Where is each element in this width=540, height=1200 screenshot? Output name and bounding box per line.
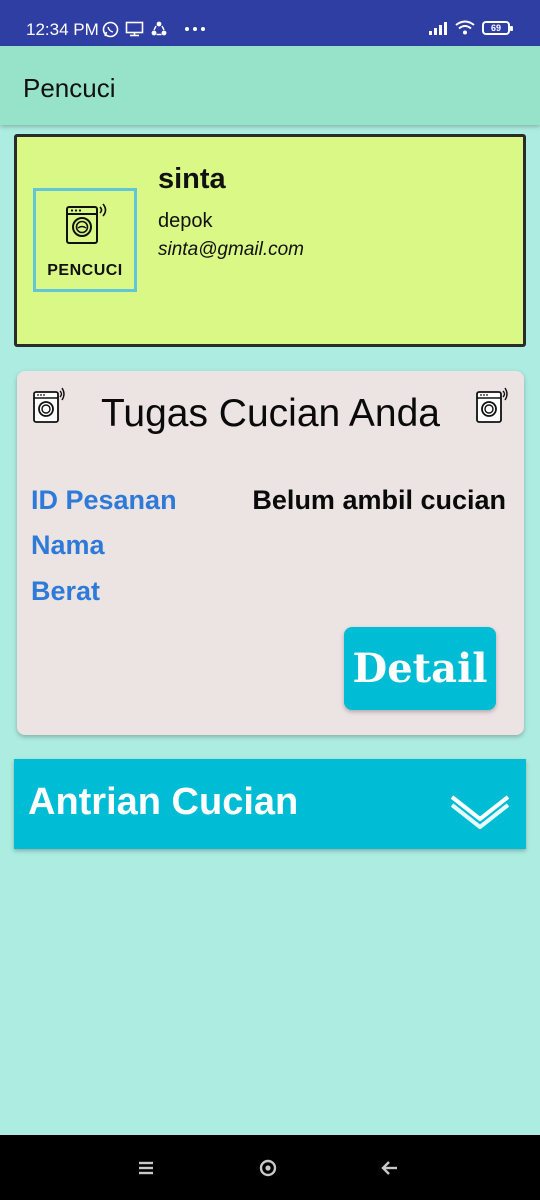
sync-icon (151, 21, 167, 36)
signal-icon (429, 21, 447, 35)
wifi-icon (455, 20, 475, 35)
navigation-bar (0, 1135, 540, 1200)
washing-machine-icon (66, 203, 107, 244)
profile-name: sinta (158, 163, 226, 195)
pencuci-logo: PENCUCI (33, 188, 137, 292)
battery-icon: 69 (482, 20, 513, 35)
washing-machine-icon (476, 387, 508, 423)
profile-card: PENCUCI sinta depok sinta@gmail.com (14, 134, 526, 347)
screen-cast-icon (125, 21, 144, 37)
back-icon[interactable] (376, 1154, 404, 1182)
status-time: 12:34 PM (26, 20, 99, 39)
profile-city: depok (158, 210, 213, 232)
detail-button[interactable]: Detail (344, 627, 496, 710)
task-status-text: Belum ambil cucian (252, 485, 506, 515)
status-bar: 12:34 PM 69 (0, 0, 540, 46)
whatsapp-icon (102, 21, 119, 37)
profile-email: sinta@gmail.com (158, 239, 304, 260)
laundry-queue-header[interactable]: Antrian Cucian (14, 759, 526, 849)
app-bar: Pencuci (0, 46, 540, 125)
name-label: Nama (31, 530, 105, 560)
order-id-label: ID Pesanan (31, 485, 177, 515)
status-system-icons: 69 (428, 20, 513, 35)
logo-text: PENCUCI (47, 262, 123, 279)
status-notification-icons (102, 20, 206, 38)
task-card: Tugas Cucian Anda ID Pesanan Nama Berat … (17, 371, 524, 735)
queue-title: Antrian Cucian (28, 781, 299, 823)
menu-icon[interactable] (132, 1154, 160, 1182)
weight-label: Berat (31, 576, 101, 606)
task-card-title: Tugas Cucian Anda (101, 392, 440, 435)
page-title: Pencuci (23, 73, 116, 103)
more-dots-icon (185, 27, 205, 31)
chevron-down-icon[interactable] (448, 789, 512, 829)
home-icon[interactable] (254, 1154, 282, 1182)
